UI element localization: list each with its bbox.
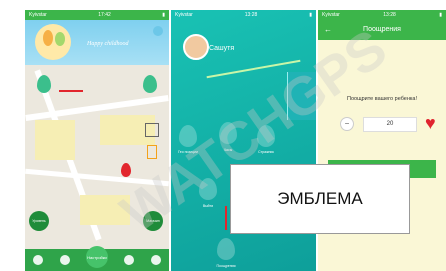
child-location-drop-icon[interactable]	[37, 75, 51, 93]
map-pin-icon[interactable]	[121, 163, 131, 177]
drop-label: Поощрения	[216, 264, 236, 268]
emblem-caption: ЭМБЛЕМА	[230, 164, 410, 234]
back-arrow-icon[interactable]: ←	[324, 20, 332, 40]
header-banner: Happy childhood	[25, 20, 169, 65]
menu-icon[interactable]	[153, 26, 163, 36]
reward-amount-field[interactable]: 20	[363, 117, 417, 132]
location-icon[interactable]	[124, 255, 135, 265]
decrease-button[interactable]: −	[340, 117, 354, 131]
gift-icon[interactable]	[150, 255, 161, 265]
family-illustration	[35, 24, 71, 60]
avatar[interactable]	[183, 34, 209, 60]
heart-increase-icon[interactable]: ♥	[425, 114, 441, 132]
child-figure-2	[55, 32, 65, 46]
status-bar: Kyivstar 17:42 ▮	[25, 10, 169, 20]
bottom-nav: Настройки	[25, 246, 169, 271]
annotation-arrow	[59, 90, 83, 92]
status-carrier: Kyivstar	[29, 12, 47, 18]
status-carrier: Kyivstar	[322, 12, 340, 18]
status-time: 13:28	[244, 12, 258, 18]
rewards-drop-button[interactable]	[217, 238, 235, 260]
annotation-arrow	[225, 206, 227, 230]
level-button[interactable]: Уровень	[29, 211, 49, 231]
banner-title: Happy childhood	[87, 41, 129, 47]
battery-icon: ▮	[439, 12, 442, 18]
chat-icon[interactable]	[33, 255, 44, 265]
phone-icon[interactable]	[147, 145, 157, 159]
status-time: 17:42	[98, 12, 111, 18]
battery-icon: ▮	[309, 12, 312, 18]
child-name: Сашутя	[209, 45, 235, 52]
settings-button[interactable]: Настройки	[85, 246, 108, 268]
battery-icon: ▮	[162, 12, 165, 18]
status-bar: Kyivstar 13:28 ▮	[171, 10, 316, 20]
globe-icon[interactable]	[59, 255, 70, 265]
status-time: 13:28	[383, 12, 396, 18]
watch-drop-icon[interactable]	[143, 75, 157, 93]
layers-icon[interactable]	[145, 123, 159, 137]
status-bar: Kyivstar 13:28 ▮	[318, 10, 446, 20]
child-figure	[43, 30, 53, 46]
status-carrier: Kyivstar	[175, 12, 193, 18]
